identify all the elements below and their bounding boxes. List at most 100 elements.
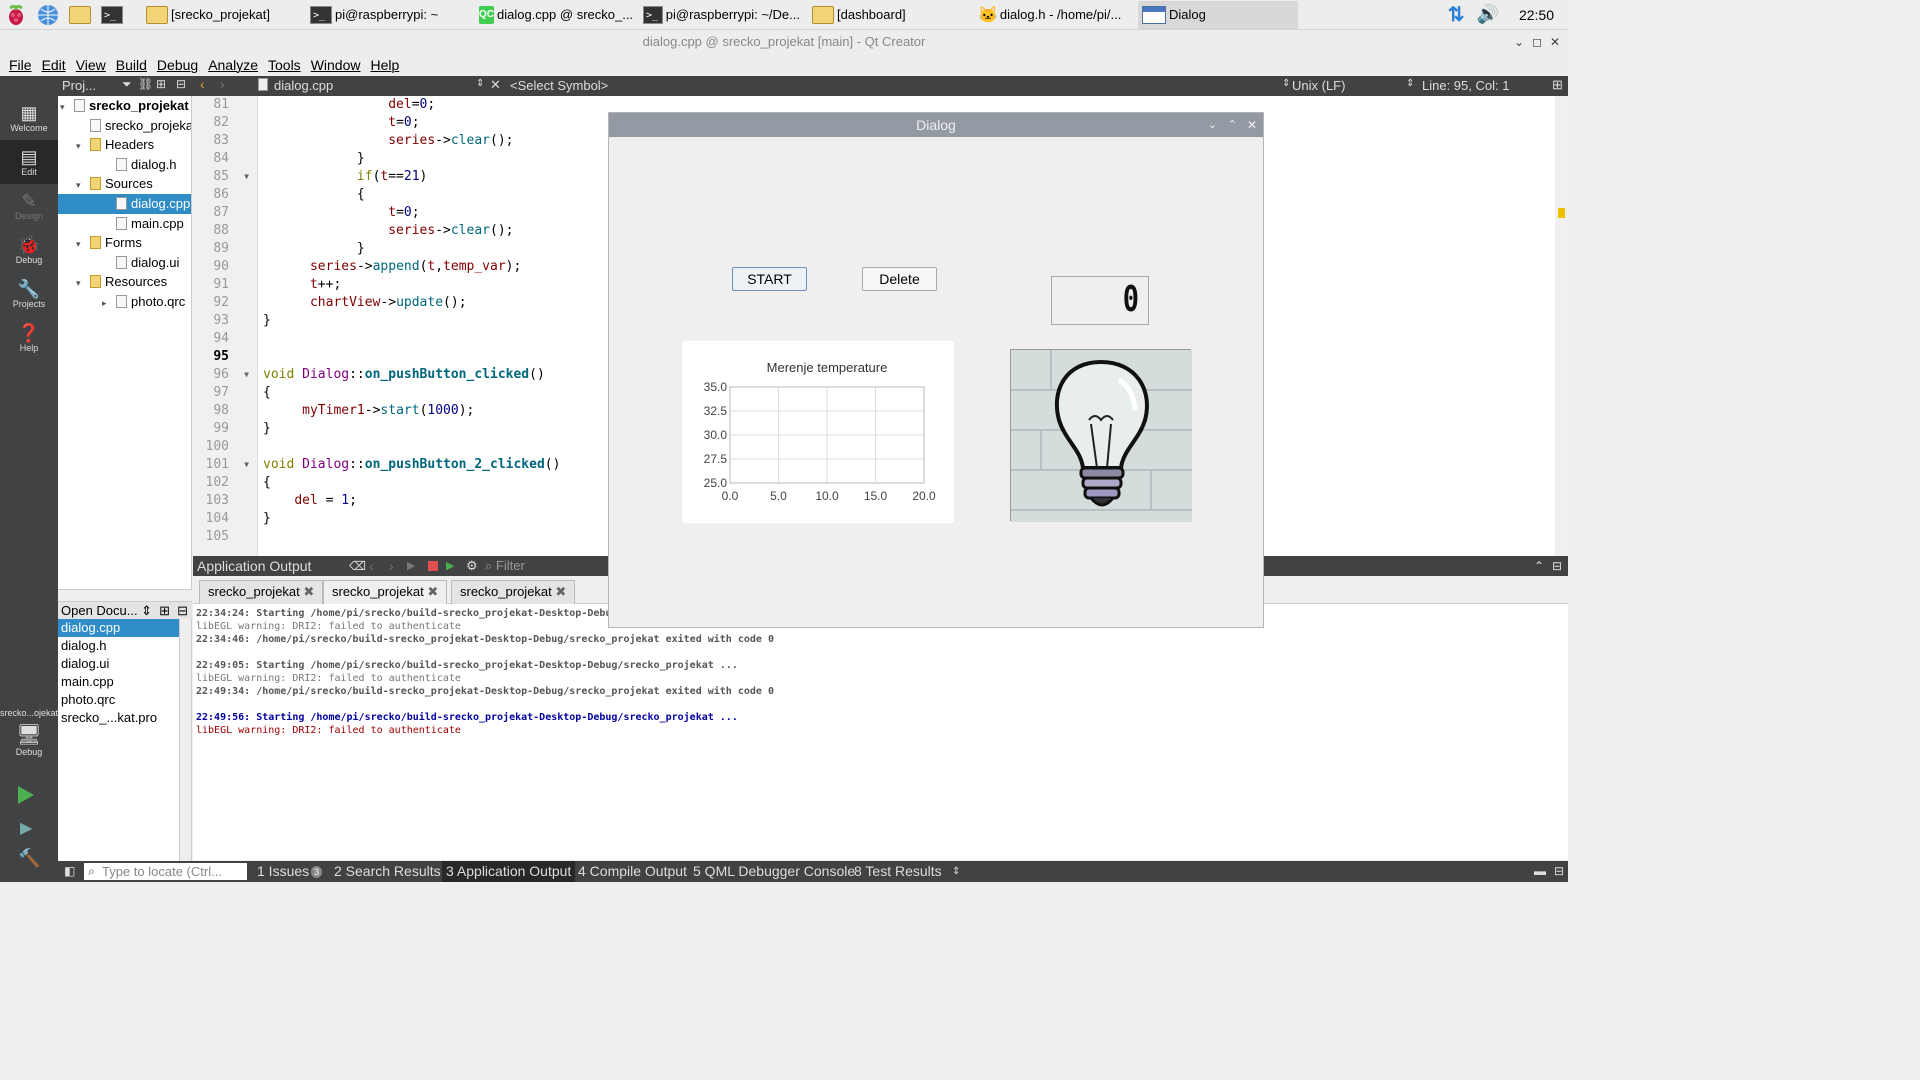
settings-gear-icon[interactable]: ⚙ bbox=[466, 556, 478, 576]
fold-marker-icon[interactable]: ▼ bbox=[244, 366, 249, 384]
menu-file[interactable]: File bbox=[9, 57, 32, 73]
symbol-selector[interactable]: <Select Symbol> bbox=[510, 78, 608, 93]
status-tab-application-output[interactable]: 3 Application Output bbox=[442, 861, 576, 882]
project-tree-item[interactable]: ▸ photo.qrc bbox=[58, 292, 191, 312]
clock[interactable]: 22:50 bbox=[1519, 7, 1554, 23]
cursor-position[interactable]: Line: 95, Col: 1 bbox=[1422, 78, 1509, 93]
close-tab-icon[interactable]: ✖ bbox=[303, 584, 314, 599]
browser-icon[interactable] bbox=[36, 3, 60, 27]
network-icon[interactable]: ⇅ bbox=[1448, 2, 1465, 27]
split-icon[interactable]: ⊞ bbox=[159, 602, 170, 620]
status-tab-qml-debugger[interactable]: 5 QML Debugger Console bbox=[693, 861, 855, 882]
terminal-launcher-icon[interactable]: >_ bbox=[100, 3, 124, 27]
minimize-icon[interactable]: ⌄ bbox=[1208, 113, 1217, 137]
close-document-icon[interactable]: ✕ bbox=[490, 77, 501, 93]
project-tree-item[interactable]: ▾ srecko_projekat [ bbox=[58, 96, 191, 116]
chevron-updown-icon[interactable]: ⇕ bbox=[476, 78, 484, 89]
restore-icon[interactable]: ◻ bbox=[1532, 30, 1542, 54]
dialog-titlebar[interactable]: Dialog ⌄ ⌃ ✕ bbox=[609, 113, 1263, 137]
close-icon[interactable]: ✕ bbox=[1247, 113, 1257, 137]
start-button[interactable]: START bbox=[732, 267, 807, 291]
minimize-icon[interactable]: ⌄ bbox=[1514, 30, 1524, 54]
build-hammer-icon[interactable]: 🔨 bbox=[18, 848, 40, 869]
menu-tools[interactable]: Tools bbox=[268, 57, 301, 73]
next-item-icon[interactable]: › bbox=[389, 556, 394, 576]
open-document-item[interactable]: main.cpp bbox=[58, 673, 191, 691]
output-tab-active[interactable]: srecko_projekat ✖ bbox=[323, 580, 448, 604]
menu-window[interactable]: Window bbox=[311, 57, 361, 73]
task-text-editor[interactable]: 🐱 dialog.h - /home/pi/... bbox=[974, 1, 1134, 29]
menu-edit[interactable]: Edit bbox=[42, 57, 66, 73]
open-document-item[interactable]: dialog.cpp bbox=[58, 619, 191, 637]
project-tree-item[interactable]: srecko_projeka bbox=[58, 116, 191, 136]
close-tab-icon[interactable]: ✖ bbox=[555, 584, 566, 599]
maximize-pane-icon[interactable]: ⌃ bbox=[1534, 556, 1544, 576]
volume-icon[interactable]: 🔊 bbox=[1477, 4, 1499, 25]
project-tree-item[interactable]: ▾ Resources bbox=[58, 272, 191, 292]
project-tree-item[interactable]: dialog.h bbox=[58, 155, 191, 175]
chevron-updown-icon[interactable]: ⇕ bbox=[141, 602, 152, 620]
mode-projects[interactable]: 🔧 Projects bbox=[0, 272, 58, 316]
project-tree-item[interactable]: ▾ Headers bbox=[58, 135, 191, 155]
open-document-item[interactable]: dialog.ui bbox=[58, 655, 191, 673]
clear-output-icon[interactable]: ⌫ bbox=[349, 556, 366, 576]
forward-icon[interactable]: › bbox=[220, 76, 225, 92]
attach-debugger-icon[interactable]: ▶ bbox=[446, 556, 454, 576]
close-tab-icon[interactable]: ✖ bbox=[427, 584, 438, 599]
editor-scrollbar[interactable] bbox=[1555, 96, 1568, 556]
maximize-icon[interactable]: ⌃ bbox=[1228, 113, 1237, 137]
task-file-manager[interactable]: [srecko_projekat] bbox=[142, 1, 302, 29]
menu-help[interactable]: Help bbox=[370, 57, 399, 73]
split-editor-icon[interactable]: ⊞ bbox=[1552, 77, 1563, 93]
close-icon[interactable]: ✕ bbox=[1550, 30, 1560, 54]
chevron-down-icon[interactable]: ▾ bbox=[76, 176, 90, 194]
toggle-output-icon[interactable]: ⊟ bbox=[1554, 861, 1564, 882]
project-tree-item[interactable]: dialog.cpp bbox=[58, 193, 191, 214]
mode-edit[interactable]: ▤ Edit bbox=[0, 140, 58, 184]
filter-icon[interactable]: ⏷ bbox=[122, 77, 132, 92]
project-tree-item[interactable]: ▾ Sources bbox=[58, 174, 191, 194]
file-selector[interactable]: dialog.cpp bbox=[274, 78, 333, 93]
project-tree-item[interactable]: main.cpp bbox=[58, 214, 191, 234]
file-manager-icon[interactable] bbox=[68, 3, 92, 27]
mode-design[interactable]: ✎ Design bbox=[0, 184, 58, 228]
task-qtcreator[interactable]: QC dialog.cpp @ srecko_... bbox=[475, 1, 635, 29]
open-document-item[interactable]: dialog.h bbox=[58, 637, 191, 655]
output-tab[interactable]: srecko_projekat ✖ bbox=[451, 580, 576, 604]
rerun-icon[interactable]: ▶ bbox=[407, 556, 415, 576]
project-tree-item[interactable]: dialog.ui bbox=[58, 253, 191, 273]
line-ending-selector[interactable]: Unix (LF) bbox=[1292, 78, 1345, 93]
link-icon[interactable]: ⛓ bbox=[138, 77, 153, 91]
chevron-updown-icon[interactable]: ⇕ bbox=[1282, 78, 1290, 89]
locator-input[interactable]: Type to locate (Ctrl... bbox=[84, 863, 247, 880]
chevron-down-icon[interactable]: ▾ bbox=[76, 274, 90, 292]
chevron-down-icon[interactable]: ▾ bbox=[76, 137, 90, 155]
stop-icon[interactable] bbox=[428, 561, 438, 571]
task-terminal-1[interactable]: >_ pi@raspberrypi: ~ bbox=[306, 1, 471, 29]
open-document-item[interactable]: photo.qrc bbox=[58, 691, 191, 709]
mode-help[interactable]: ❓ Help bbox=[0, 316, 58, 360]
chevron-down-icon[interactable]: ▾ bbox=[60, 98, 74, 116]
raspberry-menu-icon[interactable] bbox=[4, 3, 28, 27]
back-icon[interactable]: ‹ bbox=[200, 76, 205, 92]
chevron-down-icon[interactable]: ▾ bbox=[76, 235, 90, 253]
split-icon[interactable]: ⊞ bbox=[156, 77, 166, 91]
chevron-updown-icon[interactable]: ⇕ bbox=[1406, 78, 1414, 89]
horizontal-scrollbar[interactable] bbox=[58, 589, 192, 601]
menu-build[interactable]: Build bbox=[116, 57, 147, 73]
mode-debug[interactable]: 🐞 Debug bbox=[0, 228, 58, 272]
status-tab-test-results[interactable]: 8 Test Results bbox=[854, 861, 942, 882]
kit-selector[interactable]: srecko...ojekat 🖥 Debug bbox=[0, 708, 58, 757]
menu-analyze[interactable]: Analyze bbox=[208, 57, 258, 73]
vertical-scrollbar[interactable] bbox=[179, 619, 191, 861]
fold-marker-icon[interactable]: ▼ bbox=[244, 168, 249, 186]
delete-button[interactable]: Delete bbox=[862, 267, 937, 291]
task-dialog[interactable]: Dialog bbox=[1138, 0, 1298, 29]
menu-view[interactable]: View bbox=[76, 57, 106, 73]
chevron-updown-icon[interactable]: ⇕ bbox=[952, 861, 960, 882]
close-pane-icon[interactable]: ⊟ bbox=[1552, 556, 1562, 576]
filter-input[interactable]: ⌕ Filter bbox=[485, 558, 613, 574]
progress-details-icon[interactable]: ▬ bbox=[1534, 861, 1546, 882]
mode-welcome[interactable]: ▦ Welcome bbox=[0, 96, 58, 140]
project-tree-item[interactable]: ▾ Forms bbox=[58, 233, 191, 253]
